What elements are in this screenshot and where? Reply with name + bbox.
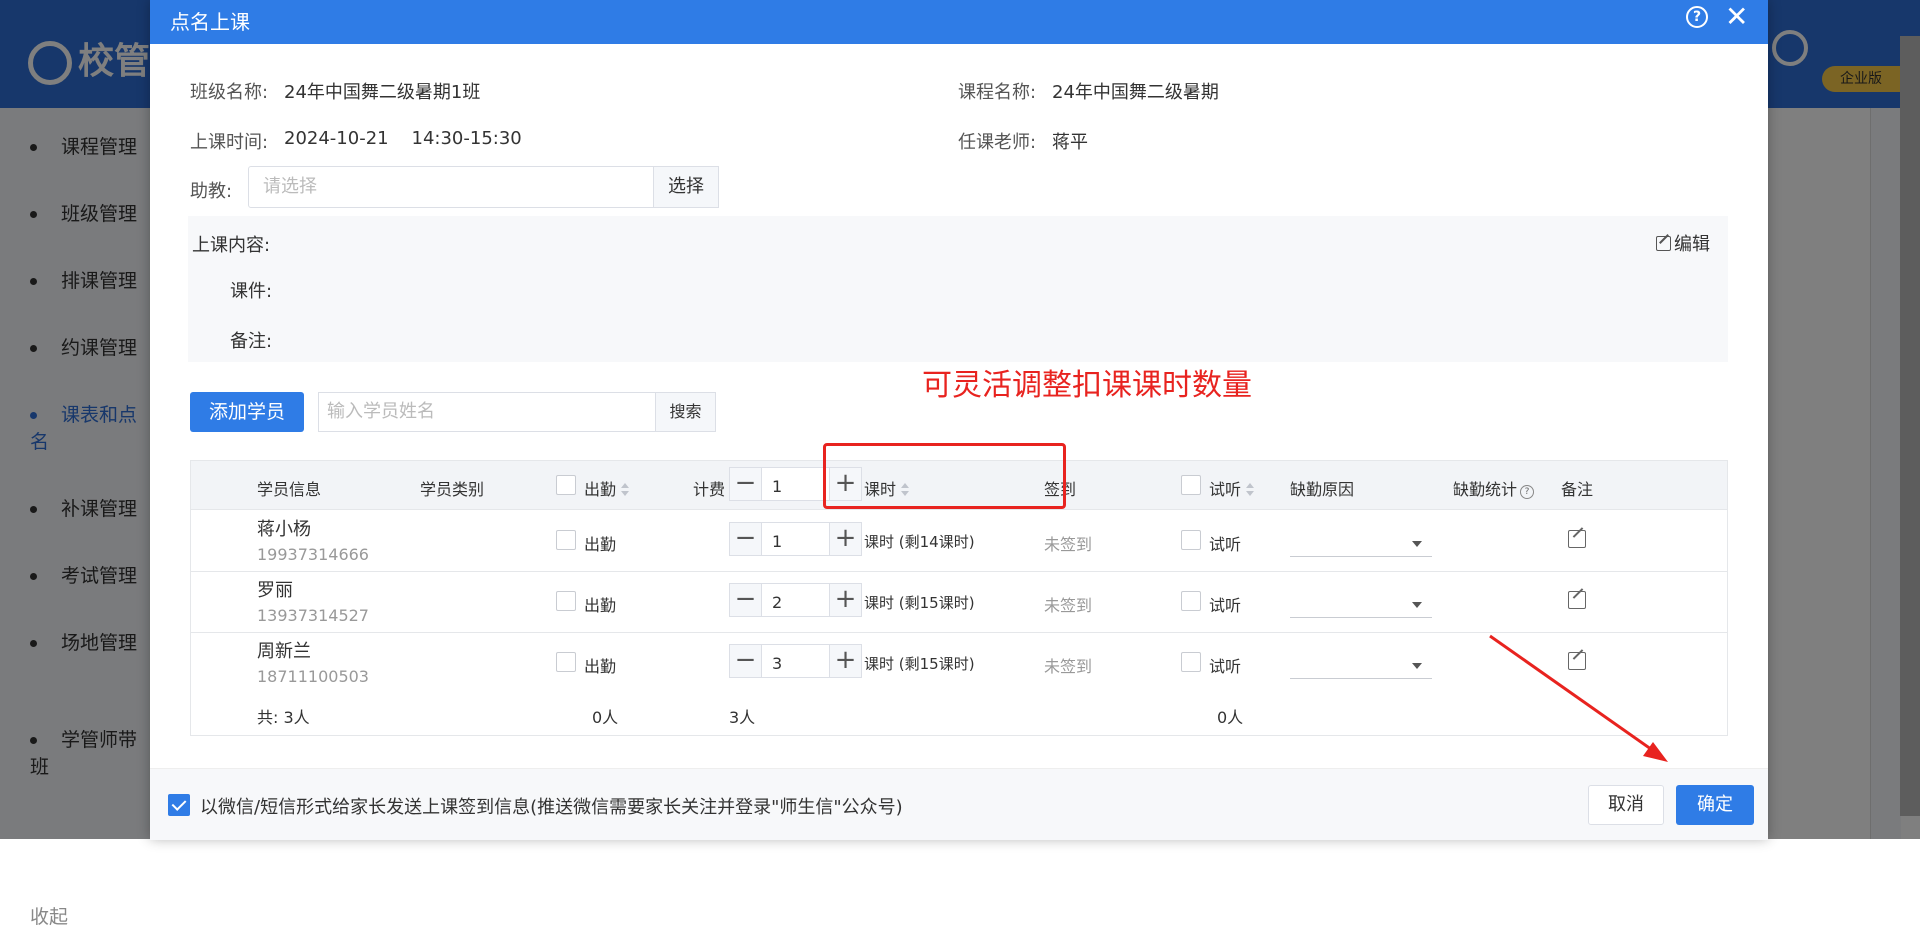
decrement-button[interactable]: − <box>729 522 762 556</box>
attendance-dialog: 点名上课 ? ✕ 班级名称: 24年中国舞二级暑期1班 课程名称: 24年中国舞… <box>150 0 1768 840</box>
summary-attend: 0人 <box>592 708 619 727</box>
annotation-text: 可灵活调整扣课课时数量 <box>922 368 1252 403</box>
batch-decrement-button[interactable]: − <box>729 467 762 501</box>
help-icon[interactable]: ? <box>1686 6 1708 28</box>
header-charge: 计费 <box>693 480 726 499</box>
edit-remark-icon[interactable] <box>1568 591 1586 609</box>
header-remark: 备注 <box>1561 480 1594 499</box>
edit-remark-icon[interactable] <box>1568 652 1586 670</box>
class-name-value: 24年中国舞二级暑期1班 <box>284 82 481 103</box>
teacher-value: 蒋平 <box>1052 132 1088 153</box>
student-phone: 19937314666 <box>257 545 369 564</box>
header-absence-stats: 缺勤统计? <box>1453 476 1535 500</box>
absence-reason-select[interactable] <box>1290 527 1432 557</box>
dialog-header: 点名上课 ? ✕ <box>150 0 1768 44</box>
confirm-button[interactable]: 确定 <box>1676 785 1754 825</box>
class-time-label: 上课时间: <box>190 132 269 153</box>
trial-all-checkbox[interactable] <box>1181 475 1201 495</box>
header-attend[interactable]: 出勤 <box>584 476 630 500</box>
student-phone: 13937314527 <box>257 606 369 625</box>
question-icon[interactable]: ? <box>1520 485 1535 499</box>
attend-label: 出勤 <box>584 596 617 615</box>
class-name-label: 班级名称: <box>190 82 269 103</box>
row-divider <box>191 571 1727 572</box>
count-input[interactable]: 1 <box>762 522 829 556</box>
close-icon[interactable]: ✕ <box>1725 1 1748 33</box>
edit-content-button[interactable]: 编辑 <box>1656 230 1710 256</box>
student-search-input[interactable]: 输入学员姓名 <box>318 392 656 432</box>
course-name-value: 24年中国舞二级暑期 <box>1052 82 1219 103</box>
count-input[interactable]: 2 <box>762 583 829 617</box>
summary-charge: 3人 <box>729 708 756 727</box>
teacher-label: 任课老师: <box>958 132 1037 153</box>
course-name-label: 课程名称: <box>958 82 1037 103</box>
header-student-type: 学员类别 <box>420 480 485 499</box>
absence-reason-select[interactable] <box>1290 649 1432 679</box>
trial-label: 试听 <box>1209 657 1242 676</box>
trial-label: 试听 <box>1209 535 1242 554</box>
attend-label: 出勤 <box>584 535 617 554</box>
sidebar-collapse[interactable]: 收起 <box>30 902 68 929</box>
notify-parents-checkbox[interactable] <box>168 794 190 816</box>
attend-checkbox[interactable] <box>556 652 576 672</box>
assistant-select-button[interactable]: 选择 <box>653 166 719 208</box>
header-absence-reason: 缺勤原因 <box>1290 480 1355 499</box>
trial-label: 试听 <box>1209 596 1242 615</box>
sort-icon[interactable] <box>621 483 630 497</box>
assistant-input[interactable]: 请选择 <box>248 166 654 208</box>
edit-remark-icon[interactable] <box>1568 530 1586 548</box>
batch-count-input[interactable]: 1 <box>762 467 829 501</box>
search-button[interactable]: 搜索 <box>655 392 716 432</box>
add-student-button[interactable]: 添加学员 <box>190 392 304 432</box>
sign-status: 未签到 <box>1044 596 1093 615</box>
absence-reason-select[interactable] <box>1290 588 1432 618</box>
courseware-label: 课件: <box>230 281 273 302</box>
student-phone: 18711100503 <box>257 667 369 686</box>
decrement-button[interactable]: − <box>729 644 762 678</box>
hours-remaining: 课时 (剩15课时) <box>864 655 975 673</box>
class-content-label: 上课内容: <box>192 235 271 256</box>
attend-label: 出勤 <box>584 657 617 676</box>
dialog-footer: 以微信/短信形式给家长发送上课签到信息(推送微信需要家长关注并登录"师生信"公众… <box>150 768 1768 840</box>
annotation-highlight-box <box>823 443 1066 509</box>
sign-status: 未签到 <box>1044 535 1093 554</box>
edit-icon <box>1656 236 1671 251</box>
assistant-label: 助教: <box>190 181 233 202</box>
trial-checkbox[interactable] <box>1181 591 1201 611</box>
hours-remaining: 课时 (剩15课时) <box>864 594 975 612</box>
student-name: 周新兰 <box>257 641 311 662</box>
remark-label: 备注: <box>230 331 273 352</box>
decrement-button[interactable]: − <box>729 583 762 617</box>
summary-trial: 0人 <box>1217 708 1244 727</box>
trial-checkbox[interactable] <box>1181 652 1201 672</box>
increment-button[interactable]: + <box>829 583 862 617</box>
class-content-box <box>188 216 1728 362</box>
count-input[interactable]: 3 <box>762 644 829 678</box>
increment-button[interactable]: + <box>829 644 862 678</box>
hours-remaining: 课时 (剩14课时) <box>864 533 975 551</box>
class-time-value: 2024-10-21 14:30-15:30 <box>284 128 522 149</box>
dialog-title: 点名上课 <box>170 10 250 34</box>
cancel-button[interactable]: 取消 <box>1588 785 1664 825</box>
student-name: 罗丽 <box>257 580 293 601</box>
header-student-info: 学员信息 <box>257 480 322 499</box>
notify-parents-label[interactable]: 以微信/短信形式给家长发送上课签到信息(推送微信需要家长关注并登录"师生信"公众… <box>200 793 903 819</box>
header-trial[interactable]: 试听 <box>1209 476 1255 500</box>
sort-icon[interactable] <box>1246 483 1255 497</box>
attend-all-checkbox[interactable] <box>556 475 576 495</box>
sign-status: 未签到 <box>1044 657 1093 676</box>
attend-checkbox[interactable] <box>556 530 576 550</box>
increment-button[interactable]: + <box>829 522 862 556</box>
row-divider <box>191 632 1727 633</box>
attend-checkbox[interactable] <box>556 591 576 611</box>
summary-total: 共: 3人 <box>257 708 310 727</box>
trial-checkbox[interactable] <box>1181 530 1201 550</box>
student-name: 蒋小杨 <box>257 519 311 540</box>
